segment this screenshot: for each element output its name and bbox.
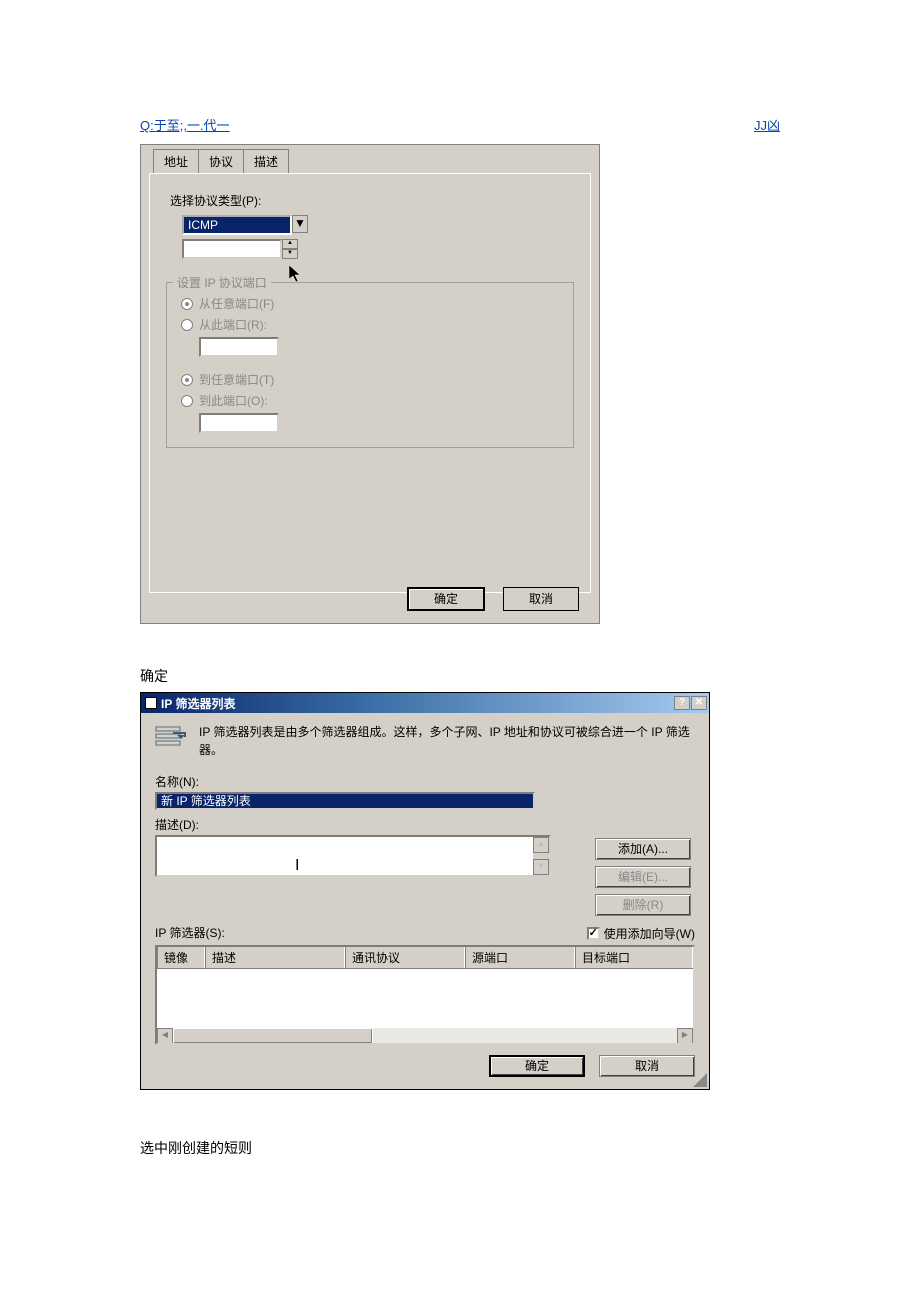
- tab-address[interactable]: 地址: [153, 149, 199, 173]
- fieldset-legend: 设置 IP 协议端口: [173, 274, 271, 291]
- to-any-port-radio: 到任意端口(T): [181, 371, 565, 388]
- from-any-port-radio: 从任意端口(F): [181, 295, 565, 312]
- window-title: IP 筛选器列表: [161, 695, 235, 712]
- app-icon: [145, 697, 157, 709]
- scroll-right-icon[interactable]: ▶: [677, 1028, 693, 1044]
- delete-button: 删除(R): [595, 894, 691, 916]
- protocol-number-input: [182, 239, 282, 259]
- tab-description[interactable]: 描述: [243, 149, 289, 173]
- from-this-port-radio: 从此端口(R):: [181, 316, 565, 333]
- titlebar: IP 筛选器列表 ? ✕: [141, 693, 709, 713]
- cursor-arrow-icon: [289, 265, 303, 286]
- to-this-port-radio: 到此端口(O):: [181, 392, 565, 409]
- col-source-port[interactable]: 源端口: [465, 947, 575, 968]
- help-button[interactable]: ?: [674, 696, 690, 710]
- spin-down-icon: ▼: [282, 249, 298, 259]
- edit-button: 编辑(E)...: [595, 866, 691, 888]
- name-input[interactable]: 新 IP 筛选器列表: [155, 792, 535, 810]
- tab-strip: 地址 协议 描述: [153, 151, 599, 173]
- checkbox-icon: [587, 927, 600, 940]
- caption-confirm: 确定: [140, 666, 780, 686]
- filters-list[interactable]: 镜像 描述 通讯协议 源端口 目标端口 ◀ ▶: [155, 945, 695, 1045]
- list-body: [157, 969, 693, 1031]
- use-wizard-label: 使用添加向导(W): [604, 925, 695, 942]
- col-mirror[interactable]: 镜像: [157, 947, 205, 968]
- ip-filter-list-dialog: IP 筛选器列表 ? ✕ IP 筛选器列表是由多个筛选器组成。这样，多个子网、I…: [140, 692, 710, 1090]
- cancel-button[interactable]: 取消: [503, 587, 579, 611]
- cancel-button[interactable]: 取消: [599, 1055, 695, 1077]
- protocol-type-label: 选择协议类型(P):: [170, 192, 578, 209]
- to-this-port-label: 到此端口(O):: [199, 392, 268, 409]
- protocol-dropdown[interactable]: ICMP: [182, 215, 292, 235]
- page-header: Q:于至;,一.代一 JJ凶: [140, 115, 780, 136]
- from-any-port-label: 从任意端口(F): [199, 295, 274, 312]
- name-label: 名称(N):: [155, 773, 695, 790]
- col-description[interactable]: 描述: [205, 947, 345, 968]
- horizontal-scrollbar[interactable]: ◀ ▶: [157, 1027, 693, 1043]
- ip-ports-fieldset: 设置 IP 协议端口 从任意端口(F) 从此端口(R): 到任意端口(T) 到此…: [166, 282, 574, 448]
- header-link-left[interactable]: Q:于至;,一.代一: [140, 115, 230, 134]
- filter-list-icon: [155, 723, 187, 755]
- description-label: 描述(D):: [155, 816, 581, 833]
- to-any-port-label: 到任意端口(T): [199, 371, 274, 388]
- description-textarea[interactable]: I ▲ ▼: [155, 835, 551, 877]
- col-protocol[interactable]: 通讯协议: [345, 947, 465, 968]
- add-button[interactable]: 添加(A)...: [595, 838, 691, 860]
- dropdown-arrow-icon[interactable]: ▼: [292, 215, 308, 233]
- filters-label: IP 筛选器(S):: [155, 924, 225, 941]
- radio-icon: [181, 374, 193, 386]
- col-dest-port[interactable]: 目标端口: [575, 947, 693, 968]
- tab-panel-protocol: 选择协议类型(P): ICMP▼ ▲▼ 设置 IP 协议端口 从任意端口(F) …: [149, 173, 591, 593]
- from-port-input: [199, 337, 279, 357]
- close-button[interactable]: ✕: [691, 696, 707, 710]
- ok-button[interactable]: 确定: [489, 1055, 585, 1077]
- radio-icon: [181, 319, 193, 331]
- scroll-up-icon: ▲: [533, 837, 549, 853]
- text-cursor-icon: I: [295, 857, 299, 875]
- from-this-port-label: 从此端口(R):: [199, 316, 267, 333]
- list-header: 镜像 描述 通讯协议 源端口 目标端口: [157, 947, 693, 969]
- use-wizard-checkbox[interactable]: 使用添加向导(W): [587, 925, 695, 942]
- ok-button[interactable]: 确定: [407, 587, 485, 611]
- resize-grip-icon[interactable]: [693, 1073, 707, 1087]
- to-port-input: [199, 413, 279, 433]
- tab-protocol[interactable]: 协议: [198, 149, 244, 173]
- radio-icon: [181, 395, 193, 407]
- spin-up-icon: ▲: [282, 239, 298, 249]
- scroll-left-icon[interactable]: ◀: [157, 1028, 173, 1044]
- header-link-right[interactable]: JJ凶: [754, 115, 780, 134]
- radio-icon: [181, 298, 193, 310]
- info-text: IP 筛选器列表是由多个筛选器组成。这样，多个子网、IP 地址和协议可被综合进一…: [199, 723, 695, 759]
- scroll-thumb[interactable]: [173, 1028, 373, 1044]
- filter-properties-dialog: 地址 协议 描述 选择协议类型(P): ICMP▼ ▲▼ 设置 IP 协议端口 …: [140, 144, 600, 624]
- caption-select-rule: 选中刚创建的短则: [140, 1138, 780, 1158]
- scroll-down-icon: ▼: [533, 859, 549, 875]
